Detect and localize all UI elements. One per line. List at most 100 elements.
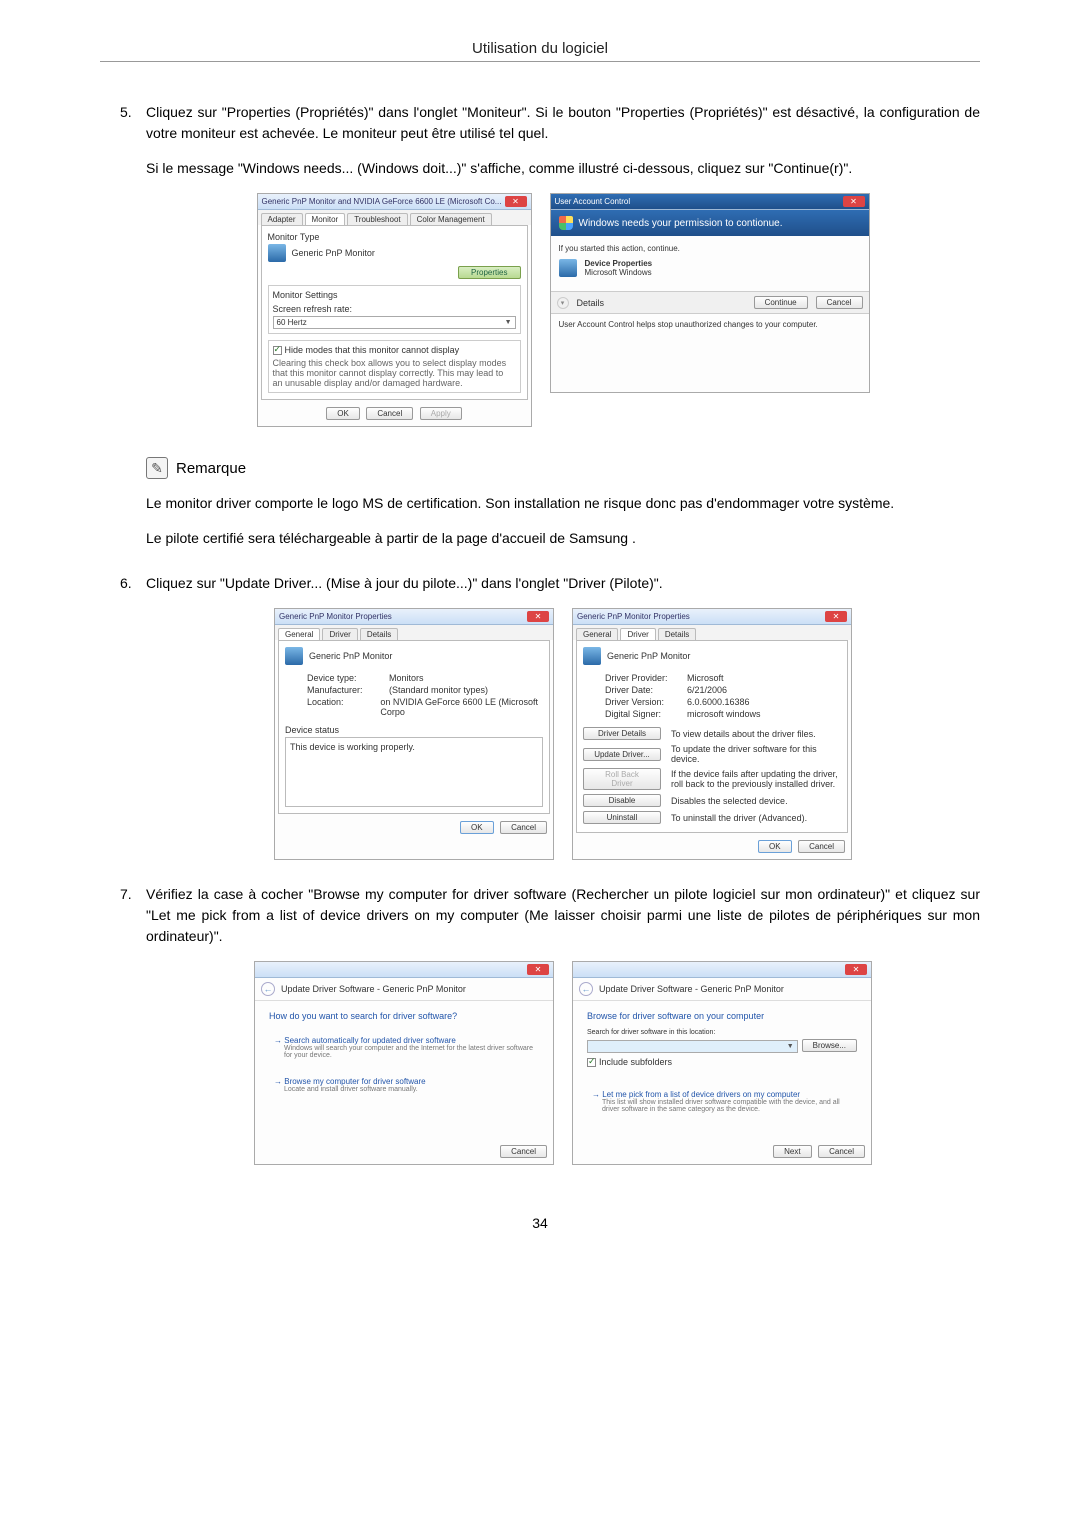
monitor-icon (285, 647, 303, 665)
dialog-uac: User Account Control ✕ Windows needs you… (550, 193, 870, 393)
close-icon[interactable]: ✕ (825, 611, 847, 622)
monitor-settings-label: Monitor Settings (273, 290, 516, 300)
cancel-button[interactable]: Cancel (500, 1145, 547, 1158)
back-icon[interactable]: ← (261, 982, 275, 996)
uac-microsoft-windows: Microsoft Windows (585, 268, 653, 277)
header-rule (100, 61, 980, 62)
tab-details[interactable]: Details (360, 628, 398, 640)
cancel-button[interactable]: Cancel (798, 840, 845, 853)
device-name: Generic PnP Monitor (607, 651, 690, 661)
titlebar: User Account Control ✕ (551, 194, 869, 210)
rollback-driver-button: Roll Back Driver (583, 768, 661, 790)
close-icon[interactable]: ✕ (527, 611, 549, 622)
ok-button[interactable]: OK (460, 821, 494, 834)
step-6: 6. Cliquez sur "Update Driver... (Mise à… (100, 573, 980, 594)
hide-modes-description: Clearing this check box allows you to se… (273, 358, 516, 388)
option-browse-computer[interactable]: → Browse my computer for driver software… (269, 1072, 539, 1098)
rollback-driver-desc: If the device fails after updating the d… (671, 769, 841, 789)
cancel-button[interactable]: Cancel (366, 407, 413, 420)
tab-driver[interactable]: Driver (322, 628, 357, 640)
tab-color-management[interactable]: Color Management (410, 213, 492, 225)
tab-monitor[interactable]: Monitor (305, 213, 346, 225)
option-browse-desc: Locate and install driver software manua… (274, 1086, 534, 1093)
step-5: 5. Cliquez sur "Properties (Propriétés)"… (100, 102, 980, 179)
cancel-button[interactable]: Cancel (818, 1145, 865, 1158)
monitor-icon (268, 244, 286, 262)
manufacturer-key: Manufacturer: (307, 685, 379, 695)
close-icon[interactable]: ✕ (843, 196, 865, 207)
include-subfolders-checkbox[interactable] (587, 1058, 596, 1067)
monitor-type-label: Monitor Type (268, 232, 521, 242)
wizard-heading: Browse for driver software on your compu… (587, 1011, 857, 1021)
device-type-key: Device type: (307, 673, 379, 683)
tab-general[interactable]: General (278, 628, 320, 640)
search-location-combo[interactable]: ▼ (587, 1040, 798, 1053)
close-icon[interactable]: ✕ (505, 196, 527, 207)
ok-button[interactable]: OK (326, 407, 360, 420)
device-type-value: Monitors (389, 673, 424, 683)
option-search-auto-title: Search automatically for updated driver … (284, 1036, 456, 1045)
option-search-auto-desc: Windows will search your computer and th… (274, 1045, 534, 1059)
driver-date-value: 6/21/2006 (687, 685, 727, 695)
continue-button[interactable]: Continue (754, 296, 808, 309)
refresh-rate-select[interactable]: 60 Hertz ▼ (273, 316, 516, 329)
step-7-para: Vérifiez la case à cocher "Browse my com… (146, 884, 980, 947)
tab-adapter[interactable]: Adapter (261, 213, 303, 225)
monitor-icon (583, 647, 601, 665)
next-button[interactable]: Next (773, 1145, 811, 1158)
refresh-rate-value: 60 Hertz (277, 318, 307, 327)
tab-general[interactable]: General (576, 628, 618, 640)
properties-button[interactable]: Properties (458, 266, 520, 279)
details-toggle[interactable]: Details (573, 298, 750, 308)
uninstall-button[interactable]: Uninstall (583, 811, 661, 824)
dialog-properties-general: Generic PnP Monitor Properties ✕ General… (274, 608, 554, 860)
location-value: on NVIDIA GeForce 6600 LE (Microsoft Cor… (380, 697, 543, 717)
location-key: Location: (307, 697, 370, 717)
close-icon[interactable]: ✕ (527, 964, 549, 975)
uac-device-properties: Device Properties (585, 259, 653, 268)
chevron-down-icon[interactable]: ▾ (557, 297, 569, 309)
ok-button[interactable]: OK (758, 840, 792, 853)
wizard-heading: How do you want to search for driver sof… (269, 1011, 539, 1021)
dialog-properties-driver: Generic PnP Monitor Properties ✕ General… (572, 608, 852, 860)
device-status-text: This device is working properly. (290, 742, 415, 752)
update-driver-button[interactable]: Update Driver... (583, 748, 661, 761)
driver-version-key: Driver Version: (605, 697, 677, 707)
app-icon (559, 259, 577, 277)
titlebar: ✕ (255, 962, 553, 978)
dialog-title: User Account Control (555, 197, 631, 206)
step-5-para-2: Si le message "Windows needs... (Windows… (146, 158, 980, 179)
monitor-type-value: Generic PnP Monitor (292, 248, 375, 258)
titlebar: Generic PnP Monitor Properties ✕ (573, 609, 851, 625)
driver-version-value: 6.0.6000.16386 (687, 697, 750, 707)
option-pick-title: Let me pick from a list of device driver… (602, 1090, 800, 1099)
tab-driver[interactable]: Driver (620, 628, 655, 640)
dialog-title: Generic PnP Monitor Properties (577, 612, 690, 621)
cancel-button[interactable]: Cancel (816, 296, 863, 309)
option-pick-desc: This list will show installed driver sof… (592, 1099, 852, 1113)
device-status-box: This device is working properly. (285, 737, 543, 807)
close-icon[interactable]: ✕ (845, 964, 867, 975)
dialog-monitor-properties: Generic PnP Monitor and NVIDIA GeForce 6… (257, 193, 532, 427)
tab-troubleshoot[interactable]: Troubleshoot (347, 213, 407, 225)
driver-provider-key: Driver Provider: (605, 673, 677, 683)
wizard-title: Update Driver Software - Generic PnP Mon… (599, 984, 784, 994)
step-5-para-1: Cliquez sur "Properties (Propriétés)" da… (146, 102, 980, 144)
cancel-button[interactable]: Cancel (500, 821, 547, 834)
option-search-auto[interactable]: → Search automatically for updated drive… (269, 1031, 539, 1064)
browse-button[interactable]: Browse... (802, 1039, 857, 1052)
apply-button[interactable]: Apply (420, 407, 462, 420)
driver-provider-value: Microsoft (687, 673, 724, 683)
back-icon[interactable]: ← (579, 982, 593, 996)
tab-details[interactable]: Details (658, 628, 696, 640)
hide-modes-checkbox[interactable] (273, 346, 282, 355)
dialog-update-driver-browse: ✕ ← Update Driver Software - Generic PnP… (572, 961, 872, 1165)
driver-details-button[interactable]: Driver Details (583, 727, 661, 740)
shield-icon (559, 216, 573, 230)
digital-signer-key: Digital Signer: (605, 709, 677, 719)
disable-button[interactable]: Disable (583, 794, 661, 807)
disable-desc: Disables the selected device. (671, 796, 841, 806)
option-let-me-pick[interactable]: → Let me pick from a list of device driv… (587, 1085, 857, 1118)
dialog-title: Generic PnP Monitor and NVIDIA GeForce 6… (262, 197, 502, 206)
driver-date-key: Driver Date: (605, 685, 677, 695)
